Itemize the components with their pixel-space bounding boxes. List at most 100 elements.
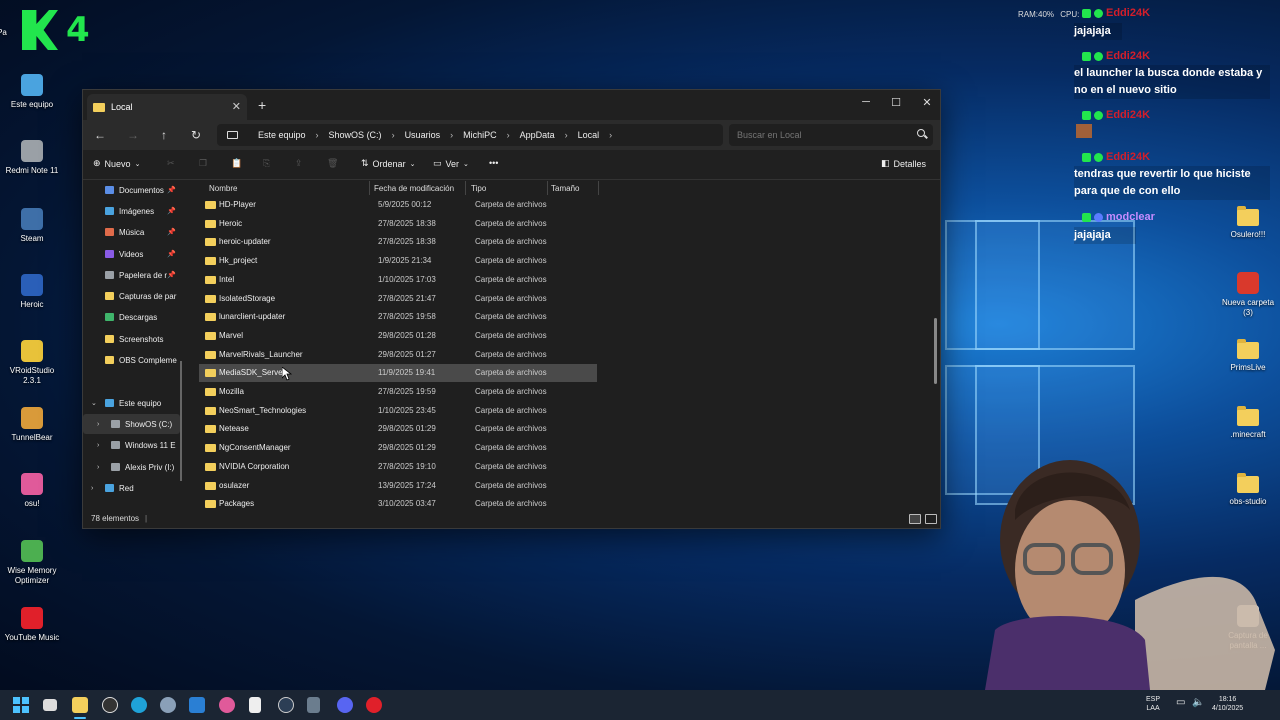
- table-row[interactable]: Hk_project 1/9/2025 21:34 Carpeta de archi…: [199, 252, 597, 270]
- file-explorer-taskbar-icon[interactable]: [72, 697, 88, 713]
- delete-button[interactable]: 🗑: [327, 158, 338, 169]
- new-button[interactable]: ⊕ Nuevo ⌄: [93, 158, 140, 169]
- breadcrumb-item[interactable]: ShowOS (C:): [325, 130, 386, 140]
- sidebar-scrollbar[interactable]: [180, 361, 182, 481]
- tab-local[interactable]: Local ✕: [87, 94, 247, 120]
- table-row[interactable]: Heroic 27/8/2025 18:38 Carpeta de archivos: [199, 215, 597, 233]
- breadcrumb-item[interactable]: MichiPC: [459, 130, 501, 140]
- sidebar-item[interactable]: Música 📌: [83, 222, 180, 242]
- table-row[interactable]: lunarclient-updater 27/8/2025 19:58 Carpet…: [199, 308, 597, 326]
- chevron-right-icon[interactable]: ›: [97, 421, 99, 428]
- table-row[interactable]: NeoSmart_Technologies 1/10/2025 23:45 Carp…: [199, 402, 597, 420]
- forward-button[interactable]: →: [126, 128, 140, 142]
- view-button[interactable]: ▭ Ver ⌄: [433, 158, 469, 169]
- table-row[interactable]: Netease 29/8/2025 01:29 Carpeta de archivo…: [199, 420, 597, 438]
- desktop-icon-osulero[interactable]: Osulero!!!: [1216, 206, 1280, 240]
- discord-icon[interactable]: [337, 697, 353, 713]
- column-header-size[interactable]: Tamaño: [551, 181, 579, 195]
- sidebar-item[interactable]: Documentos 📌: [83, 180, 180, 200]
- desktop-icon-primslive[interactable]: PrimsLive: [1216, 339, 1280, 373]
- sidebar-item[interactable]: Imágenes 📌: [83, 201, 180, 221]
- table-row[interactable]: HD-Player 5/9/2025 00:12 Carpeta de archiv…: [199, 196, 597, 214]
- breadcrumb-item[interactable]: Este equipo: [254, 130, 310, 140]
- chevron-right-icon[interactable]: ›: [310, 130, 325, 140]
- sort-button[interactable]: ⇅ Ordenar ⌄: [361, 158, 415, 169]
- sidebar-item[interactable]: Papelera de r 📌: [83, 265, 180, 285]
- chevron-right-icon[interactable]: ›: [386, 130, 401, 140]
- steam-taskbar-icon[interactable]: [278, 697, 294, 713]
- desktop-icon-minecraft[interactable]: .minecraft: [1216, 406, 1280, 440]
- desktop-icon-osu[interactable]: osu!: [0, 473, 64, 509]
- start-button[interactable]: [13, 697, 29, 713]
- chevron-down-icon[interactable]: ⌄: [91, 399, 97, 407]
- back-button[interactable]: ←: [93, 128, 107, 142]
- sidebar-item[interactable]: OBS Compleme: [83, 350, 180, 370]
- sidebar-item[interactable]: Videos 📌: [83, 244, 180, 264]
- search-icon[interactable]: [917, 129, 925, 137]
- vs-code-icon[interactable]: [189, 697, 205, 713]
- table-row[interactable]: NVIDIA Corporation 27/8/2025 19:10 Carpeta…: [199, 458, 597, 476]
- minimize-button[interactable]: ─: [859, 96, 873, 108]
- language-indicator[interactable]: ESP LAA: [1146, 695, 1160, 713]
- table-row[interactable]: MarvelRivals_Launcher 29/8/2025 01:27 Carp…: [199, 346, 597, 364]
- sidebar-item[interactable]: ⌄ Este equipo: [83, 393, 180, 413]
- table-row[interactable]: NgConsentManager 29/8/2025 01:29 Carpeta d…: [199, 439, 597, 457]
- share-button[interactable]: ⇪: [295, 158, 303, 169]
- tiles-view-button[interactable]: [925, 514, 937, 524]
- desktop-icon-este-equipo[interactable]: Este equipo: [0, 74, 64, 110]
- task-view-icon[interactable]: [43, 699, 57, 711]
- desktop-icon-tunnelbear[interactable]: TunnelBear: [0, 407, 64, 443]
- rename-button[interactable]: ⎘: [263, 158, 270, 169]
- desktop-icon-steam[interactable]: Steam: [0, 208, 64, 244]
- sidebar-item[interactable]: › ShowOS (C:): [83, 414, 180, 434]
- desktop-icon-vroidstudio[interactable]: VRoidStudio 2.3.1: [0, 340, 64, 386]
- sidebar-item[interactable]: › Alexis Priv (I:): [83, 457, 180, 477]
- breadcrumb[interactable]: Este equipo › ShowOS (C:) › Usuarios › MichiPC…: [217, 124, 723, 146]
- network-icon[interactable]: ▭: [1176, 698, 1185, 708]
- chevron-right-icon[interactable]: ›: [97, 442, 99, 449]
- chevron-right-icon[interactable]: ›: [444, 130, 459, 140]
- desktop-icon-heroic[interactable]: Heroic: [0, 274, 64, 310]
- close-window-button[interactable]: ✕: [920, 96, 934, 109]
- chevron-right-icon[interactable]: ›: [97, 464, 99, 471]
- cut-button[interactable]: ✂: [167, 158, 175, 169]
- file-icon[interactable]: [249, 697, 261, 713]
- calculator-icon[interactable]: [307, 697, 320, 713]
- clock[interactable]: 18:16 4/10/2025: [1212, 695, 1243, 713]
- sidebar-item[interactable]: Descargas: [83, 307, 180, 327]
- volume-icon[interactable]: 🔈: [1192, 698, 1204, 708]
- table-row[interactable]: Marvel 29/8/2025 01:28 Carpeta de archivos: [199, 327, 597, 345]
- copy-button[interactable]: ❐: [199, 158, 207, 169]
- maximize-button[interactable]: ☐: [889, 96, 903, 109]
- chevron-right-icon[interactable]: ›: [559, 130, 574, 140]
- chevron-right-icon[interactable]: ›: [501, 130, 516, 140]
- media-player-icon[interactable]: [102, 697, 118, 713]
- breadcrumb-item[interactable]: AppData: [516, 130, 559, 140]
- details-button[interactable]: ◧ Detalles: [881, 158, 926, 169]
- new-tab-button[interactable]: +: [258, 97, 266, 113]
- sidebar-item[interactable]: › Windows 11 E: [83, 435, 180, 455]
- breadcrumb-item[interactable]: Usuarios: [401, 130, 445, 140]
- search-input[interactable]: [729, 124, 933, 146]
- close-tab-icon[interactable]: ✕: [232, 100, 241, 113]
- desktop-icon-youtube-music[interactable]: YouTube Music: [0, 607, 64, 643]
- desktop-icon-redmi-note-11[interactable]: Redmi Note 11: [0, 140, 64, 176]
- scrollbar[interactable]: [934, 318, 937, 384]
- osu-taskbar-icon[interactable]: [219, 697, 235, 713]
- table-row[interactable]: Intel 1/10/2025 17:03 Carpeta de archivos: [199, 271, 597, 289]
- sidebar-item[interactable]: Screenshots: [83, 329, 180, 349]
- chevron-right-icon[interactable]: ›: [91, 485, 93, 492]
- edge-icon[interactable]: [131, 697, 147, 713]
- desktop-icon-nueva-carpeta-3[interactable]: Nueva carpeta (3): [1216, 272, 1280, 318]
- youtube-music-taskbar-icon[interactable]: [366, 697, 382, 713]
- column-header-name[interactable]: Nombre: [209, 181, 237, 195]
- table-row[interactable]: MediaSDK_Server 11/9/2025 19:41 Carpeta de…: [199, 364, 597, 383]
- settings-icon[interactable]: [160, 697, 176, 713]
- column-header-modified[interactable]: Fecha de modificación: [374, 181, 454, 195]
- more-options-button[interactable]: •••: [489, 158, 498, 168]
- sidebar-item[interactable]: Capturas de par: [83, 286, 180, 306]
- refresh-button[interactable]: ↻: [189, 128, 203, 142]
- table-row[interactable]: heroic-updater 27/8/2025 18:38 Carpeta de …: [199, 233, 597, 251]
- paste-button[interactable]: 📋: [231, 158, 242, 169]
- table-row[interactable]: IsolatedStorage 27/8/2025 21:47 Carpeta de…: [199, 290, 597, 308]
